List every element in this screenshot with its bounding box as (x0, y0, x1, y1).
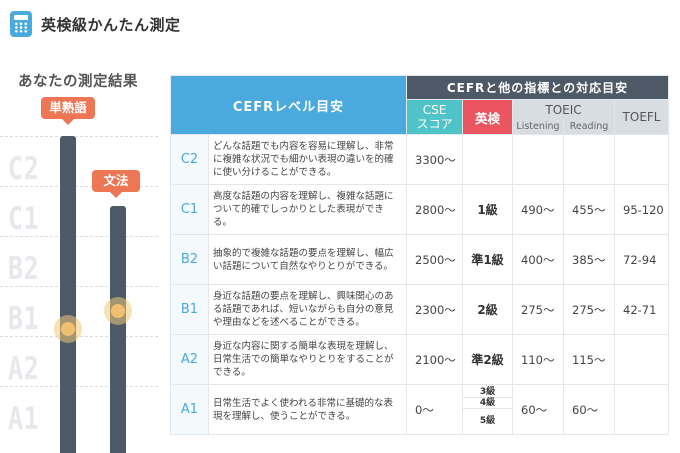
toeic-listening-value: 60〜 (512, 384, 564, 435)
level-label: A2 (8, 351, 40, 387)
toefl-value (613, 384, 670, 435)
app-header: 英検級かんたん測定 (10, 10, 181, 38)
toefl-value: 72-94 (613, 234, 670, 285)
level-gauge: C2 C1 B2 B1 A2 A1 単熟語 文法 (0, 97, 160, 453)
toeic-listening-header: Listening (512, 119, 564, 135)
toeic-listening-value (512, 134, 564, 185)
cefr-level: B2 (170, 234, 209, 285)
level-label: B2 (8, 251, 40, 287)
toeic-header: TOEIC (512, 99, 615, 120)
toeic-reading-value: 60〜 (563, 384, 615, 435)
app-title: 英検級かんたん測定 (41, 15, 181, 34)
toefl-value (613, 134, 670, 185)
cse-value: 2500〜 (406, 234, 463, 285)
mapping-header: CEFRと他の指標との対応目安 (405, 75, 670, 100)
eiken-grade-stack: 3級 4級 5級 (462, 384, 513, 435)
cefr-level: A1 (170, 384, 209, 435)
eiken-grade: 2級 (462, 284, 513, 335)
vocabulary-tag: 単熟語 (41, 97, 95, 125)
toeic-listening-value: 490〜 (512, 184, 564, 235)
toeic-reading-value (563, 134, 615, 185)
toeic-reading-value: 455〜 (563, 184, 615, 235)
table-row: C2 どんな話題でも内容を容易に理解し、非常に複雑な状況でも細かい表現の違いを的… (170, 134, 670, 185)
toeic-reading-value: 275〜 (563, 284, 615, 335)
level-label: C2 (8, 151, 40, 187)
vocabulary-bar (60, 136, 76, 453)
eiken-grade: 1級 (462, 184, 513, 235)
level-description: 身近な内容に関する簡単な表現を理解し、日常生活での簡単なやりとりをすることができ… (208, 334, 407, 385)
table-row: B1 身近な話題の要点を理解し、興味関心のある話題であれば、短いながらも自分の意… (170, 284, 670, 335)
level-description: 日常生活でよく使われる非常に基礎的な表現を理解し、使うことができる。 (208, 384, 407, 435)
grammar-bar (110, 206, 126, 453)
level-description: 身近な話題の要点を理解し、興味関心のある話題であれば、短いながらも自分の意見や理… (208, 284, 407, 335)
cefr-level-header: CEFRレベル目安 (170, 75, 407, 135)
cefr-table: CEFRレベル目安 CEFRと他の指標との対応目安 CSE スコア 英検 TOE… (170, 75, 670, 435)
level-row-c1: C1 (0, 186, 158, 237)
toefl-value (613, 334, 670, 385)
grammar-level-marker (104, 297, 132, 325)
toefl-value: 42-71 (613, 284, 670, 335)
toeic-reading-header: Reading (563, 119, 615, 135)
calculator-icon (10, 11, 32, 37)
table-row: B2 抽象的で複雑な話題の要点を理解し、幅広い話題について自然なやりとりができる… (170, 234, 670, 285)
cse-value: 2300〜 (406, 284, 463, 335)
cse-value: 2100〜 (406, 334, 463, 385)
toefl-value: 95-120 (613, 184, 670, 235)
eiken-grade: 準1級 (462, 234, 513, 285)
level-row-a2: A2 (0, 336, 158, 387)
toeic-listening-value: 110〜 (512, 334, 564, 385)
result-title: あなたの測定結果 (18, 74, 138, 90)
vocabulary-level-marker (54, 315, 82, 343)
eiken-grade: 5級 (479, 415, 496, 426)
cse-value: 3300〜 (406, 134, 463, 185)
table-row: A1 日常生活でよく使われる非常に基礎的な表現を理解し、使うことができる。 0〜… (170, 384, 670, 435)
cse-header-line2: スコア (416, 117, 453, 131)
toeic-listening-value: 400〜 (512, 234, 564, 285)
toeic-reading-value: 115〜 (563, 334, 615, 385)
eiken-header: 英検 (462, 99, 513, 135)
level-label: C1 (8, 201, 40, 237)
cse-value: 2800〜 (406, 184, 463, 235)
eiken-grade (462, 134, 513, 185)
grammar-tag: 文法 (92, 170, 140, 198)
level-row-a1: A1 (0, 386, 158, 437)
eiken-grade: 3級 (463, 387, 512, 398)
cse-value: 0〜 (406, 384, 463, 435)
cse-score-header: CSE スコア (406, 99, 463, 135)
level-description: どんな話題でも内容を容易に理解し、非常に複雑な状況でも細かい表現の違いを的確に使… (208, 134, 407, 185)
toeic-reading-value: 385〜 (563, 234, 615, 285)
toeic-listening-value: 275〜 (512, 284, 564, 335)
table-row: A2 身近な内容に関する簡単な表現を理解し、日常生活での簡単なやりとりをすること… (170, 334, 670, 385)
cefr-level: B1 (170, 284, 209, 335)
eiken-grade: 準2級 (462, 334, 513, 385)
toefl-header: TOEFL (613, 99, 670, 135)
level-row-b2: B2 (0, 236, 158, 287)
eiken-grade: 4級 (463, 398, 512, 409)
level-description: 抽象的で複雑な話題の要点を理解し、幅広い話題について自然なやりとりができる。 (208, 234, 407, 285)
cefr-level: A2 (170, 334, 209, 385)
cefr-level: C2 (170, 134, 209, 185)
level-description: 高度な話題の内容を理解し、複雑な話題について的確でしっかりとした表現ができる。 (208, 184, 407, 235)
table-row: C1 高度な話題の内容を理解し、複雑な話題について的確でしっかりとした表現ができ… (170, 184, 670, 235)
level-label: A1 (8, 401, 40, 437)
cefr-level: C1 (170, 184, 209, 235)
level-label: B1 (8, 301, 40, 337)
cse-header-line1: CSE (422, 103, 447, 117)
